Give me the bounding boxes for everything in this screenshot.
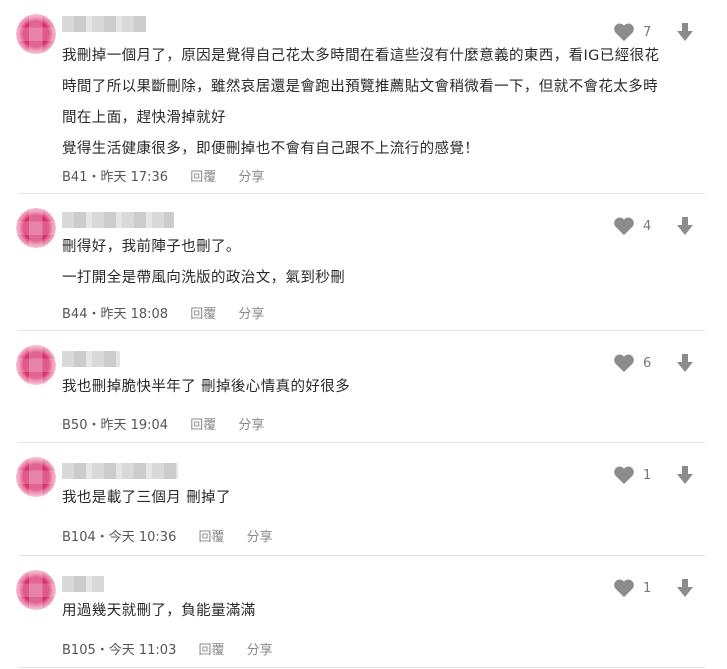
comment-line: 刪得好，我前陣子也刪了。 [62, 239, 241, 255]
author-name-blurred[interactable] [62, 463, 178, 479]
arrow-down-icon[interactable] [675, 578, 695, 598]
author-name-blurred[interactable] [62, 576, 104, 592]
author-name-blurred[interactable] [62, 212, 174, 228]
comment-line: 時間了所以果斷刪除，雖然哀居還是會跑出預覽推薦貼文會稍微看一下，但就不會花太多時 [62, 79, 658, 95]
author-name-blurred[interactable] [62, 16, 146, 32]
avatar[interactable] [16, 208, 56, 248]
comment-body: 我刪掉一個月了，原因是覺得自己花太多時間在看這些沒有什麼意義的東西，看IG已經很… [62, 41, 717, 165]
comment-body: 用過幾天就刪了，負能量滿滿 [62, 596, 717, 627]
comment-b41: 7 我刪掉一個月了，原因是覺得自己花太多時間在看這些沒有什麼意義的東西，看IG已… [0, 0, 727, 193]
avatar[interactable] [16, 345, 56, 385]
comment-body: 刪得好，我前陣子也刪了。 一打開全是帶風向洗版的政治文，氣到秒刪 [62, 232, 717, 294]
vote-group: 7 [613, 22, 695, 42]
author-name-blurred[interactable] [62, 351, 120, 367]
comment-line: 我也刪掉脆快半年了 刪掉後心情真的好很多 [62, 379, 351, 395]
reply-button[interactable]: 回覆 [199, 643, 225, 658]
share-button[interactable]: 分享 [247, 643, 273, 658]
comment-line: 間在上面，趕快滑掉就好 [62, 110, 226, 126]
floor-time: B44・昨天 18:08 [62, 307, 169, 322]
floor-time: B50・昨天 19:04 [62, 418, 169, 433]
comment-meta: B41・昨天 17:36 回覆 分享 [62, 166, 276, 185]
comment-line: 我也是載了三個月 刪掉了 [62, 490, 231, 506]
heart-icon[interactable] [613, 465, 635, 485]
like-count: 1 [643, 580, 652, 596]
share-button[interactable]: 分享 [238, 418, 264, 433]
reply-button[interactable]: 回覆 [199, 530, 225, 545]
floor-time: B105・今天 11:03 [62, 643, 177, 658]
vote-group: 6 [613, 353, 695, 373]
comment-body: 我也刪掉脆快半年了 刪掉後心情真的好很多 [62, 372, 717, 403]
floor-time: B104・今天 10:36 [62, 530, 177, 545]
divider [18, 667, 705, 668]
comment-meta: B104・今天 10:36 回覆 分享 [62, 526, 285, 545]
comment-meta: B50・昨天 19:04 回覆 分享 [62, 414, 276, 433]
comment-line: 用過幾天就刪了，負能量滿滿 [62, 603, 256, 619]
share-button[interactable]: 分享 [247, 530, 273, 545]
share-button[interactable]: 分享 [238, 307, 264, 322]
comment-b105: 1 用過幾天就刪了，負能量滿滿 B105・今天 11:03 回覆 分享 [0, 556, 727, 669]
like-count: 7 [643, 24, 652, 40]
reply-button[interactable]: 回覆 [190, 307, 216, 322]
comment-b50: 6 我也刪掉脆快半年了 刪掉後心情真的好很多 B50・昨天 19:04 回覆 分… [0, 331, 727, 442]
vote-group: 1 [613, 465, 695, 485]
comment-body: 我也是載了三個月 刪掉了 [62, 483, 717, 514]
vote-group: 1 [613, 578, 695, 598]
heart-icon[interactable] [613, 22, 635, 42]
comment-line: 覺得生活健康很多，即便刪掉也不會有自己跟不上流行的感覺！ [62, 141, 480, 157]
heart-icon[interactable] [613, 578, 635, 598]
comment-b44: 4 刪得好，我前陣子也刪了。 一打開全是帶風向洗版的政治文，氣到秒刪 B44・昨… [0, 194, 727, 330]
arrow-down-icon[interactable] [675, 353, 695, 373]
comment-meta: B44・昨天 18:08 回覆 分享 [62, 303, 276, 322]
reply-button[interactable]: 回覆 [190, 418, 216, 433]
avatar[interactable] [16, 457, 56, 497]
comment-b104: 1 我也是載了三個月 刪掉了 B104・今天 10:36 回覆 分享 [0, 443, 727, 555]
comment-meta: B105・今天 11:03 回覆 分享 [62, 639, 285, 658]
reply-button[interactable]: 回覆 [190, 170, 216, 185]
avatar[interactable] [16, 14, 56, 54]
arrow-down-icon[interactable] [675, 465, 695, 485]
comment-line: 我刪掉一個月了，原因是覺得自己花太多時間在看這些沒有什麼意義的東西，看IG已經很… [62, 48, 660, 64]
floor-time: B41・昨天 17:36 [62, 170, 169, 185]
avatar[interactable] [16, 570, 56, 610]
comment-line: 一打開全是帶風向洗版的政治文，氣到秒刪 [62, 270, 346, 286]
arrow-down-icon[interactable] [675, 22, 695, 42]
share-button[interactable]: 分享 [238, 170, 264, 185]
like-count: 6 [643, 355, 652, 371]
heart-icon[interactable] [613, 353, 635, 373]
like-count: 1 [643, 467, 652, 483]
